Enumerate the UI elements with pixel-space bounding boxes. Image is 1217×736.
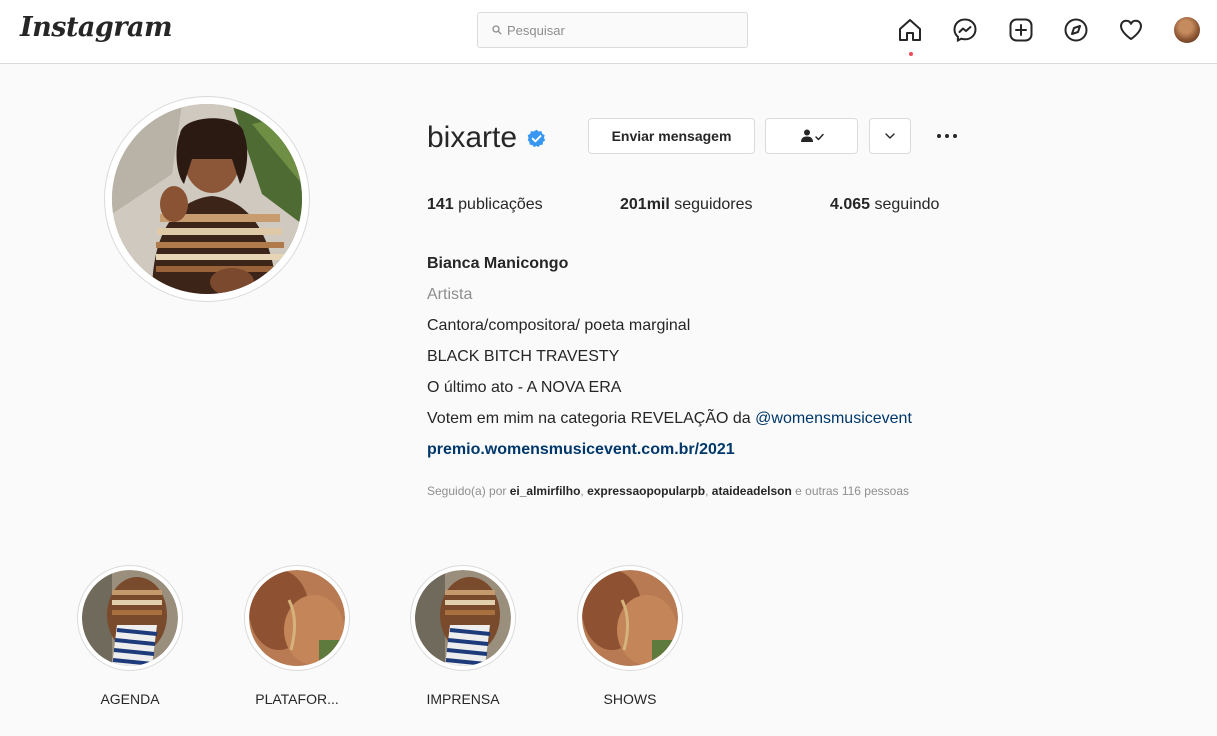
highlight-cover xyxy=(77,565,183,671)
following-label: seguindo xyxy=(870,196,940,213)
new-post-icon[interactable] xyxy=(1008,17,1034,43)
followers-label: seguidores xyxy=(669,196,753,213)
follower-username[interactable]: expressaopopularpb xyxy=(587,484,705,498)
highlight-cover-image xyxy=(82,570,178,666)
highlight-cover-image xyxy=(582,570,678,666)
story-highlight-plataformas[interactable]: PLATAFOR... xyxy=(237,565,357,707)
followers-count: 201mil xyxy=(620,196,670,213)
send-message-button[interactable]: Enviar mensagem xyxy=(588,118,755,154)
suggestions-dropdown-button[interactable] xyxy=(869,118,911,154)
highlight-cover xyxy=(244,565,350,671)
full-name: Bianca Manicongo xyxy=(427,255,569,272)
profile-photo xyxy=(112,104,302,294)
bio-line: BLACK BITCH TRAVESTY xyxy=(427,348,620,365)
home-icon[interactable] xyxy=(897,17,923,43)
followed-by-text[interactable]: Seguido(a) por ei_almirfilho, expressaop… xyxy=(427,484,909,498)
profile-category: Artista xyxy=(427,286,473,303)
following-user-check-icon xyxy=(800,129,824,142)
highlight-label: PLATAFOR... xyxy=(255,691,339,707)
bio-line: Cantora/compositora/ poeta marginal xyxy=(427,317,691,334)
posts-stat: 141 publicações xyxy=(427,196,543,214)
instagram-logo[interactable]: Instagram xyxy=(20,12,173,43)
search-input[interactable] xyxy=(507,22,727,38)
username: bixarte xyxy=(427,121,518,154)
search-box[interactable] xyxy=(477,12,748,48)
bio-line-text: Votem em mim na categoria REVELAÇÃO da xyxy=(427,410,756,427)
search-icon xyxy=(492,25,502,35)
highlight-label: IMPRENSA xyxy=(426,691,500,707)
highlight-label: SHOWS xyxy=(603,691,657,707)
highlight-cover xyxy=(410,565,516,671)
bio-line: Votem em mim na categoria REVELAÇÃO da @… xyxy=(427,403,1127,434)
story-highlight-shows[interactable]: SHOWS xyxy=(570,565,690,707)
notification-dot xyxy=(909,52,913,56)
highlight-cover-image xyxy=(249,570,345,666)
posts-label: publicações xyxy=(453,196,543,213)
bio-line: O último ato - A NOVA ERA xyxy=(427,379,622,396)
followers-stat[interactable]: 201mil seguidores xyxy=(620,196,753,214)
following-status-button[interactable] xyxy=(765,118,858,154)
profile-picture[interactable] xyxy=(104,96,310,302)
activity-heart-icon[interactable] xyxy=(1118,17,1144,43)
following-count: 4.065 xyxy=(830,196,871,213)
following-stat[interactable]: 4.065 seguindo xyxy=(830,196,939,214)
follower-username[interactable]: ei_almirfilho xyxy=(510,484,581,498)
chevron-down-icon xyxy=(885,133,895,139)
follower-username[interactable]: ataideadelson xyxy=(712,484,792,498)
messenger-icon[interactable] xyxy=(952,17,978,43)
username-row: bixarte xyxy=(427,118,546,158)
highlight-label: AGENDA xyxy=(100,691,160,707)
explore-icon[interactable] xyxy=(1063,17,1089,43)
profile-avatar[interactable] xyxy=(1174,17,1200,43)
story-highlight-imprensa[interactable]: IMPRENSA xyxy=(403,565,523,707)
highlight-cover xyxy=(577,565,683,671)
followed-by-suffix: e outras 116 pessoas xyxy=(791,484,909,498)
bio-website-link[interactable]: premio.womensmusicevent.com.br/2021 xyxy=(427,434,1127,465)
mention-link[interactable]: @womensmusicevent xyxy=(755,410,912,427)
instagram-profile-page: Instagram Pesquisar bixarte Enviar mensa… xyxy=(0,0,1217,736)
followed-by-prefix: Seguido(a) por xyxy=(427,484,510,498)
highlight-cover-image xyxy=(415,570,511,666)
top-navigation-bar: Instagram xyxy=(0,0,1217,64)
profile-bio: Bianca Manicongo Artista Cantora/composi… xyxy=(427,248,1127,465)
separator: , xyxy=(705,484,712,498)
story-highlight-agenda[interactable]: AGENDA xyxy=(70,565,190,707)
posts-count: 141 xyxy=(427,196,454,213)
verified-badge-icon xyxy=(527,129,546,147)
more-options-icon[interactable] xyxy=(930,126,964,146)
profile-photo-art xyxy=(112,104,302,294)
